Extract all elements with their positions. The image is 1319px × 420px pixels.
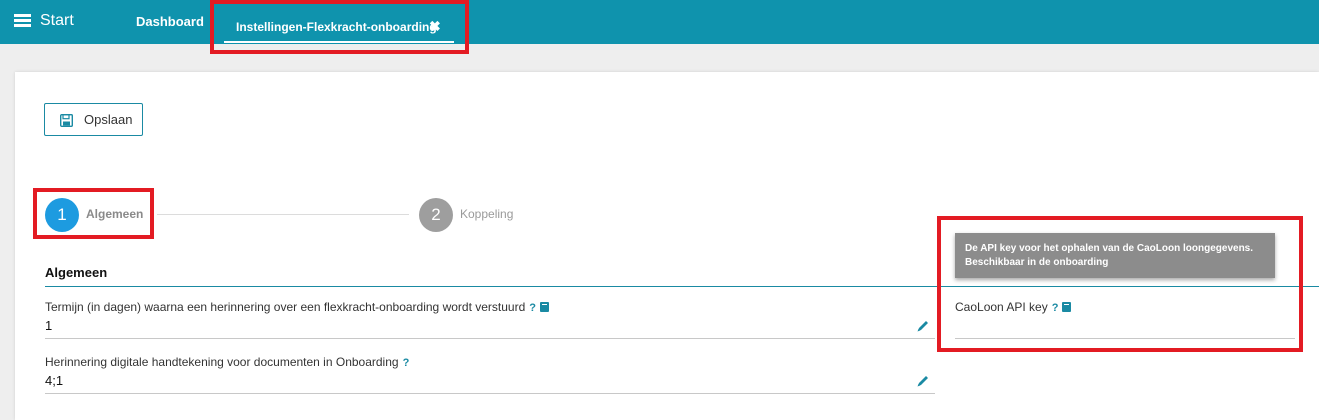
highlight-box-api-key [937,216,1303,352]
step-number-badge: 2 [419,198,453,232]
field-underline [45,338,935,339]
save-button[interactable]: Opslaan [44,103,143,136]
termijn-input[interactable]: 1 [45,318,52,333]
highlight-box-tab [210,0,469,54]
step-label: Koppeling [460,207,514,221]
field-label-herinnering: Herinnering digitale handtekening voor d… [45,355,409,369]
section-title: Algemeen [45,265,108,280]
pencil-icon[interactable] [916,374,930,388]
start-menu-button[interactable]: Start [14,11,74,33]
hamburger-icon [14,14,31,28]
help-icon[interactable]: ? [529,302,536,314]
field-label-text: Termijn (in dagen) waarna een herinnerin… [45,300,526,314]
book-icon[interactable] [540,302,549,312]
field-underline [45,393,935,394]
save-button-label: Opslaan [84,112,133,127]
top-navigation-bar: Start Dashboard Instellingen-Flexkracht-… [0,0,1319,44]
floppy-disk-icon [60,114,73,127]
highlight-box-step [33,188,154,239]
start-menu-label: Start [40,12,74,29]
pencil-icon[interactable] [916,319,930,333]
help-icon[interactable]: ? [403,357,410,369]
herinnering-input[interactable]: 4;1 [45,373,63,388]
field-label-text: Herinnering digitale handtekening voor d… [45,355,399,369]
tab-dashboard[interactable]: Dashboard [136,14,204,29]
field-label-termijn: Termijn (in dagen) waarna een herinnerin… [45,300,549,314]
stepper-connector [157,214,409,215]
